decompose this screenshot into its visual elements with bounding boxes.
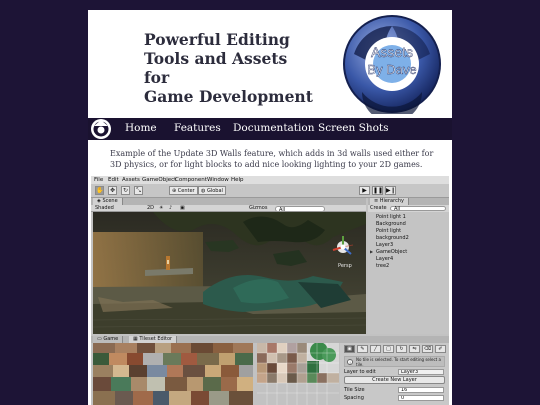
tagline-line-1: Powerful Editing [144, 30, 290, 49]
tab-hierarchy[interactable]: ≡ Hierarchy [370, 198, 409, 205]
nav-home[interactable]: Home [125, 122, 157, 134]
rect-tool-icon[interactable]: □ [383, 345, 394, 353]
pause-button-icon[interactable]: ❚❚ [372, 186, 383, 195]
rotate-tool-icon[interactable]: ↻ [121, 186, 130, 195]
menu-edit[interactable]: Edit [108, 176, 119, 184]
tab-game[interactable]: ▭ Game [93, 336, 124, 343]
tileset-tools-panel: ▣ ✎ ╱ □ ↻ ⇋ ⌫ ✐ i No tile is selected. T… [340, 343, 449, 405]
layer-select-value: Layer3 [401, 369, 419, 375]
brush-tool-icon[interactable]: ╱ [370, 345, 381, 353]
tagline-line-2: Tools and Assets for [144, 49, 288, 87]
nav-features[interactable]: Features [174, 122, 221, 134]
expand-triangle-icon[interactable]: ▶ [370, 249, 373, 255]
info-icon: i [347, 359, 353, 365]
logo-text-2: By Dave [367, 62, 416, 77]
shading-dropdown[interactable]: Shaded [95, 205, 114, 212]
scene-controls: Shaded 2D ☀ ♪ ▣ Gizmos All [91, 205, 366, 213]
paint-tool-icon[interactable]: ✎ [357, 345, 368, 353]
scale-tool-icon[interactable]: ⤡ [134, 186, 143, 195]
flip-tile-icon[interactable]: ⇋ [409, 345, 420, 353]
hierarchy-search-input[interactable]: All [390, 206, 446, 212]
gizmos-dropdown[interactable]: Gizmos [249, 205, 267, 212]
rotate-tile-icon[interactable]: ↻ [396, 345, 407, 353]
menu-assets[interactable]: Assets [122, 176, 140, 184]
tab-tileset-editor-label: Tileset Editor [139, 336, 173, 342]
pivot-center-button[interactable]: ⊕ Center [169, 186, 198, 195]
tile-palette-grid[interactable] [257, 343, 339, 405]
hierarchy-item-background[interactable]: Background [376, 221, 406, 227]
menu-gameobject[interactable]: GameObject [142, 176, 176, 184]
site-logo[interactable]: Assets By Dave [342, 14, 442, 114]
tab-tileset-editor[interactable]: ▦ Tileset Editor [129, 336, 178, 343]
layer-to-edit-label: Layer to edit [344, 369, 376, 375]
tile-info-box: i No tile is selected. To start editing … [344, 356, 445, 367]
logo-text-1: Assets [371, 44, 413, 60]
bottom-tabbar: ▭ Game ▦ Tileset Editor [91, 336, 449, 343]
unity-menubar: File Edit Assets GameObject Component Wi… [91, 176, 449, 184]
spacing-label: Spacing [344, 395, 364, 401]
hierarchy-item-point-light-1[interactable]: Point light 1 [376, 214, 406, 220]
layer-select[interactable]: Layer3 [398, 369, 444, 375]
hierarchy-list: Point light 1 Background Point light bac… [368, 212, 449, 334]
spacing-field[interactable]: 0 [398, 395, 444, 401]
hierarchy-controls: Create All [368, 205, 449, 212]
gizmo-search-input[interactable]: All [275, 205, 325, 213]
tile-size-label: Tile Size [344, 387, 365, 393]
menu-file[interactable]: File [94, 176, 103, 184]
tile-info-text: No tile is selected. To start editing se… [356, 357, 441, 367]
hand-tool-icon[interactable]: ✋ [95, 186, 104, 195]
site-tagline: Powerful Editing Tools and Assets for Ga… [144, 30, 314, 106]
unity-toolbar: ✋ ✥ ↻ ⤡ ⊕ Center ◍ Global ▶ ❚❚ ▶❙ [91, 184, 449, 198]
scene-light-icon[interactable]: ☀ [159, 205, 163, 212]
site-header: Powerful Editing Tools and Assets for Ga… [88, 10, 452, 118]
step-button-icon[interactable]: ▶❙ [385, 186, 396, 195]
pick-tool-icon[interactable]: ✐ [435, 345, 446, 353]
space-global-label: Global [206, 188, 223, 194]
menu-window[interactable]: Window [207, 176, 229, 184]
scene-effects-icon[interactable]: ▣ [180, 205, 185, 212]
nav-documentation[interactable]: Documentation [233, 122, 314, 134]
main-nav: Home Features Documentation Screen Shots [88, 118, 452, 140]
persp-label: Persp [338, 263, 352, 269]
pivot-center-label: Center [177, 188, 195, 194]
select-tool-icon[interactable]: ▣ [344, 345, 355, 353]
hierarchy-item-layer4[interactable]: Layer4 [376, 256, 393, 262]
scene-tabbar: ◈ Scene [91, 198, 366, 205]
tagline-line-3: Game Development [144, 87, 313, 106]
hierarchy-item-gameobject[interactable]: GameObject [376, 249, 407, 255]
mode-2d-toggle[interactable]: 2D [147, 205, 154, 212]
move-tool-icon[interactable]: ✥ [108, 186, 117, 195]
menu-component[interactable]: Component [175, 176, 207, 184]
create-new-layer-button[interactable]: Create New Layer [344, 376, 445, 384]
hierarchy-tabbar: ≡ Hierarchy [368, 198, 449, 205]
tab-scene[interactable]: ◈ Scene [93, 198, 123, 205]
nav-screen-shots[interactable]: Screen Shots [318, 122, 389, 134]
tab-scene-label: Scene [102, 198, 118, 204]
tab-hierarchy-label: Hierarchy [379, 198, 404, 204]
tile-size-field[interactable]: 16 [398, 387, 444, 393]
menu-help[interactable]: Help [231, 176, 244, 184]
home-logo-icon[interactable] [89, 118, 113, 140]
tileset-sheet[interactable] [93, 343, 253, 405]
hierarchy-item-point-light[interactable]: Point light [376, 228, 401, 234]
unity-editor-screenshot: File Edit Assets GameObject Component Wi… [91, 176, 449, 405]
scene-audio-icon[interactable]: ♪ [169, 205, 172, 212]
hierarchy-item-background2[interactable]: background2 [376, 235, 409, 241]
tab-game-label: Game [103, 336, 119, 342]
hierarchy-item-layer3[interactable]: Layer3 [376, 242, 393, 248]
main-content: Example of the Update 3D Walls feature, … [88, 140, 452, 405]
play-button-icon[interactable]: ▶ [359, 186, 370, 195]
eraser-tool-icon[interactable]: ⌫ [422, 345, 433, 353]
screenshot-caption: Example of the Update 3D Walls feature, … [110, 149, 434, 169]
scene-viewport[interactable]: Persp [93, 212, 366, 334]
hierarchy-item-tree2[interactable]: tree2 [376, 263, 389, 269]
space-global-button[interactable]: ◍ Global [198, 186, 226, 195]
hierarchy-create-button[interactable]: Create [370, 205, 387, 212]
